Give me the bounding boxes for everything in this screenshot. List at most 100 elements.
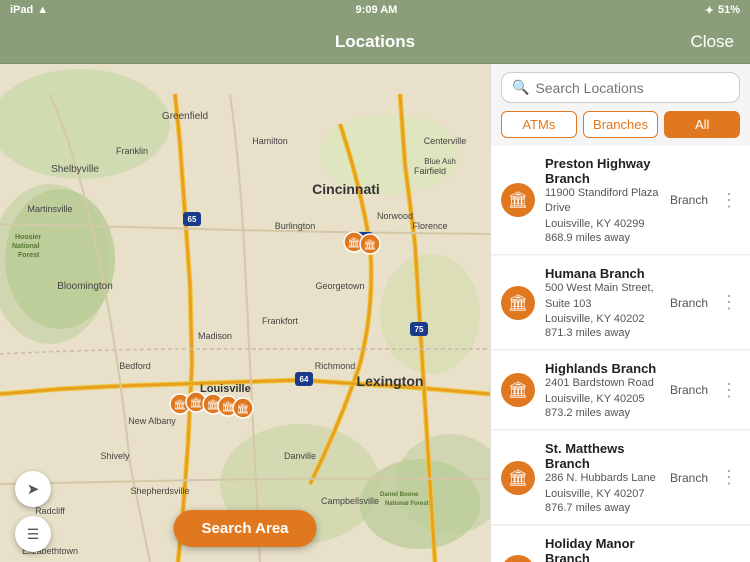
- svg-text:Bloomington: Bloomington: [57, 281, 113, 292]
- close-button[interactable]: Close: [691, 32, 734, 52]
- tab-all[interactable]: All: [664, 111, 740, 138]
- location-info: Humana Branch 500 West Main Street, Suit…: [545, 266, 660, 339]
- location-address: 286 N. Hubbards Lane: [545, 471, 660, 486]
- location-distance: 871.3 miles away: [545, 327, 660, 339]
- svg-text:Blue Ash: Blue Ash: [424, 157, 456, 166]
- location-address: 500 West Main Street, Suite 103: [545, 281, 660, 312]
- svg-text:🏛: 🏛: [174, 399, 187, 411]
- svg-text:🏛: 🏛: [237, 403, 250, 415]
- wifi-icon: ▲: [37, 4, 48, 16]
- filter-tabs: ATMs Branches All: [491, 111, 750, 146]
- svg-text:Hoosier: Hoosier: [15, 234, 41, 241]
- svg-text:Shepherdsville: Shepherdsville: [130, 486, 189, 496]
- location-type: Branch: [670, 383, 708, 397]
- svg-text:Greenfield: Greenfield: [162, 111, 208, 122]
- map-area[interactable]: Hoosier National Forest Daniel Boone Nat…: [0, 64, 490, 562]
- svg-text:National: National: [12, 243, 40, 250]
- branch-icon: 🏛: [501, 555, 535, 562]
- location-arrow-icon: ➤: [27, 480, 40, 498]
- search-input[interactable]: [535, 80, 729, 96]
- location-address: 11900 Standiford Plaza Drive: [545, 186, 660, 217]
- location-name: Humana Branch: [545, 266, 660, 281]
- location-name: St. Matthews Branch: [545, 441, 660, 471]
- location-info: Highlands Branch 2401 Bardstown Road Lou…: [545, 361, 660, 419]
- more-options-button[interactable]: ⋮: [718, 292, 740, 313]
- location-city: Louisville, KY 40205: [545, 392, 660, 407]
- bluetooth-icon: ✦: [705, 4, 714, 17]
- location-button[interactable]: ➤: [15, 471, 51, 507]
- svg-text:Daniel Boone: Daniel Boone: [380, 492, 419, 498]
- location-name: Holiday Manor Branch: [545, 536, 660, 562]
- location-type: Branch: [670, 471, 708, 485]
- search-bar-container: 🔍: [491, 64, 750, 111]
- svg-text:National Forest: National Forest: [385, 501, 429, 507]
- search-icon: 🔍: [512, 79, 529, 96]
- status-bar: iPad ▲ 9:09 AM ✦ 51%: [0, 0, 750, 20]
- location-list: 🏛 Preston Highway Branch 11900 Standifor…: [491, 146, 750, 562]
- status-left: iPad ▲: [10, 4, 48, 16]
- location-distance: 876.7 miles away: [545, 502, 660, 514]
- time-label: 9:09 AM: [356, 4, 398, 16]
- branch-icon: 🏛: [501, 373, 535, 407]
- list-item[interactable]: 🏛 Preston Highway Branch 11900 Standifor…: [491, 146, 750, 255]
- svg-text:65: 65: [188, 215, 197, 224]
- svg-text:Richmond: Richmond: [315, 361, 356, 371]
- svg-text:Florence: Florence: [412, 221, 447, 231]
- branch-icon: 🏛: [501, 183, 535, 217]
- carrier-label: iPad: [10, 4, 33, 16]
- battery-label: 51%: [718, 4, 740, 16]
- list-item[interactable]: 🏛 St. Matthews Branch 286 N. Hubbards La…: [491, 431, 750, 525]
- search-area-button[interactable]: Search Area: [174, 510, 317, 547]
- svg-text:Franklin: Franklin: [116, 146, 148, 156]
- list-item[interactable]: 🏛 Humana Branch 500 West Main Street, Su…: [491, 256, 750, 350]
- location-city: Louisville, KY 40299: [545, 217, 660, 232]
- svg-text:Centerville: Centerville: [424, 136, 467, 146]
- more-options-button[interactable]: ⋮: [718, 467, 740, 488]
- svg-text:Radcliff: Radcliff: [35, 506, 65, 516]
- branch-icon: 🏛: [501, 286, 535, 320]
- tab-atms[interactable]: ATMs: [501, 111, 577, 138]
- svg-text:Louisville: Louisville: [200, 383, 251, 395]
- location-city: Louisville, KY 40207: [545, 487, 660, 502]
- page-title: Locations: [255, 32, 494, 52]
- svg-text:Burlington: Burlington: [275, 221, 316, 231]
- svg-text:Madison: Madison: [198, 331, 232, 341]
- svg-text:Shively: Shively: [100, 451, 130, 461]
- location-city: Louisville, KY 40202: [545, 312, 660, 327]
- right-panel: 🔍 ATMs Branches All 🏛 Preston Highway Br…: [490, 64, 750, 562]
- svg-text:🏛: 🏛: [364, 239, 377, 251]
- svg-text:Forest: Forest: [18, 252, 40, 259]
- location-info: Preston Highway Branch 11900 Standiford …: [545, 156, 660, 244]
- search-bar[interactable]: 🔍: [501, 72, 740, 103]
- status-right: ✦ 51%: [705, 4, 740, 17]
- svg-text:Frankfort: Frankfort: [262, 316, 299, 326]
- list-view-button[interactable]: ☰: [15, 516, 51, 552]
- more-options-button[interactable]: ⋮: [718, 190, 740, 211]
- location-type: Branch: [670, 193, 708, 207]
- location-info: Holiday Manor Branch 4944 U.S. Highway 4…: [545, 536, 660, 562]
- svg-text:Lexington: Lexington: [357, 373, 424, 389]
- svg-text:Danville: Danville: [284, 451, 316, 461]
- svg-text:64: 64: [300, 375, 309, 384]
- more-options-button[interactable]: ⋮: [718, 380, 740, 401]
- tab-branches[interactable]: Branches: [583, 111, 659, 138]
- svg-text:Fairfield: Fairfield: [414, 166, 446, 176]
- location-name: Highlands Branch: [545, 361, 660, 376]
- list-item[interactable]: 🏛 Holiday Manor Branch 4944 U.S. Highway…: [491, 526, 750, 562]
- svg-text:Shelbyville: Shelbyville: [51, 164, 99, 175]
- svg-text:Martinsville: Martinsville: [27, 204, 72, 214]
- svg-text:Bedford: Bedford: [119, 361, 151, 371]
- svg-text:Norwood: Norwood: [377, 211, 413, 221]
- list-item[interactable]: 🏛 Highlands Branch 2401 Bardstown Road L…: [491, 351, 750, 430]
- svg-text:🏛: 🏛: [190, 397, 203, 409]
- svg-text:Hamilton: Hamilton: [252, 136, 288, 146]
- location-distance: 873.2 miles away: [545, 407, 660, 419]
- svg-text:New Albany: New Albany: [128, 416, 176, 426]
- location-address: 2401 Bardstown Road: [545, 376, 660, 391]
- svg-text:Campbellsville: Campbellsville: [321, 496, 379, 506]
- svg-text:🏛: 🏛: [348, 237, 361, 249]
- location-info: St. Matthews Branch 286 N. Hubbards Lane…: [545, 441, 660, 514]
- location-type: Branch: [670, 296, 708, 310]
- main-container: Hoosier National Forest Daniel Boone Nat…: [0, 64, 750, 562]
- nav-bar: Locations Close: [0, 20, 750, 64]
